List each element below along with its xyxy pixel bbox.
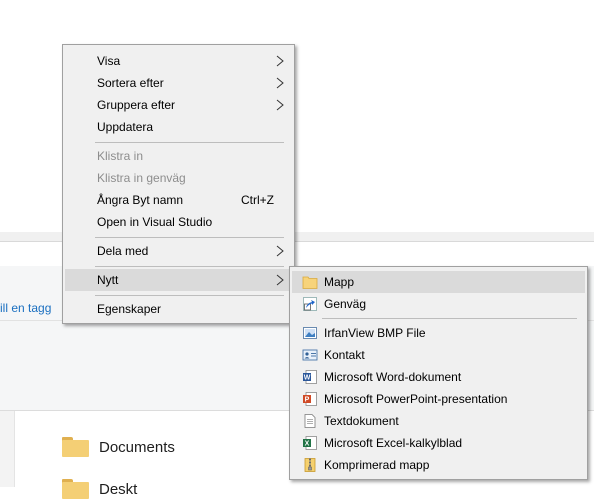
menu-item-label: Gruppera efter [97,98,176,112]
submenu-item-shortcut[interactable]: Genväg [292,293,585,315]
submenu-item-word-document[interactable]: W Microsoft Word-dokument [292,366,585,388]
svg-text:P: P [305,397,310,404]
nav-item-label: Documents [99,438,175,456]
submenu-item-contact[interactable]: Kontakt [292,344,585,366]
chevron-right-icon [276,99,284,111]
chevron-right-icon [276,274,284,286]
menu-item-open-visual-studio[interactable]: Open in Visual Studio [65,211,292,233]
nav-item-desktop[interactable]: Deskt [62,477,137,501]
submenu-item-powerpoint[interactable]: P Microsoft PowerPoint-presentation [292,388,585,410]
menu-item-label: Klistra in [97,149,144,163]
svg-text:X: X [305,441,310,448]
submenu-item-text-document[interactable]: Textdokument [292,410,585,432]
add-tag-link[interactable]: ill en tagg [0,301,51,315]
shortcut-icon [303,297,317,311]
menu-item-label: Uppdatera [97,120,154,134]
menu-item-label: Genväg [324,297,367,311]
submenu-item-folder[interactable]: Mapp [292,271,585,293]
menu-item-paste-shortcut: Klistra in genväg [65,167,292,189]
menu-item-shortcut: Ctrl+Z [241,193,274,207]
folder-icon [302,276,318,289]
menu-separator [95,295,284,296]
menu-item-refresh[interactable]: Uppdatera [65,116,292,138]
menu-item-label: Kontakt [324,348,365,362]
context-menu: Visa Sortera efter Gruppera efter Uppdat… [62,44,295,324]
menu-item-label: Textdokument [324,414,399,428]
menu-item-label: Ångra Byt namn [97,193,184,207]
menu-item-paste: Klistra in [65,145,292,167]
word-document-icon: W [303,370,317,384]
nav-item-documents[interactable]: Documents [62,435,175,459]
chevron-right-icon [276,245,284,257]
menu-item-label: Egenskaper [97,302,162,316]
folder-icon [62,437,89,457]
menu-separator [322,318,577,319]
menu-item-label: Open in Visual Studio [97,215,213,229]
menu-item-label: Komprimerad mapp [324,458,430,472]
nav-item-label: Deskt [99,480,138,498]
new-submenu: Mapp Genväg IrfanView BMP File Kontakt W… [289,266,588,480]
menu-item-label: Klistra in genväg [97,171,186,185]
folder-icon [62,479,89,499]
chevron-right-icon [276,77,284,89]
contact-card-icon [302,349,318,361]
menu-separator [95,237,284,238]
svg-text:W: W [304,375,311,382]
menu-item-new[interactable]: Nytt [65,269,292,291]
zip-folder-icon [304,458,316,472]
menu-item-label: Microsoft PowerPoint-presentation [324,392,508,406]
submenu-item-zip-folder[interactable]: Komprimerad mapp [292,454,585,476]
menu-item-view[interactable]: Visa [65,50,292,72]
menu-item-label: Nytt [97,273,119,287]
submenu-item-excel[interactable]: X Microsoft Excel-kalkylblad [292,432,585,454]
menu-item-sort-by[interactable]: Sortera efter [65,72,292,94]
menu-separator [95,266,284,267]
menu-item-share-with[interactable]: Dela med [65,240,292,262]
menu-item-label: Microsoft Excel-kalkylblad [324,436,463,450]
menu-item-label: Microsoft Word-dokument [324,370,462,384]
menu-item-undo-rename[interactable]: Ångra Byt namn Ctrl+Z [65,189,292,211]
bmp-image-icon [303,327,317,339]
menu-separator [95,142,284,143]
menu-item-label: Mapp [324,275,355,289]
navigation-pane [0,411,15,487]
menu-item-group-by[interactable]: Gruppera efter [65,94,292,116]
menu-item-label: IrfanView BMP File [324,326,426,340]
excel-icon: X [303,436,317,450]
text-document-icon [304,414,316,428]
menu-item-properties[interactable]: Egenskaper [65,298,292,320]
menu-item-label: Dela med [97,244,149,258]
menu-item-label: Visa [97,54,121,68]
submenu-item-irfanview-bmp[interactable]: IrfanView BMP File [292,322,585,344]
chevron-right-icon [276,55,284,67]
powerpoint-icon: P [303,392,317,406]
menu-item-label: Sortera efter [97,76,164,90]
